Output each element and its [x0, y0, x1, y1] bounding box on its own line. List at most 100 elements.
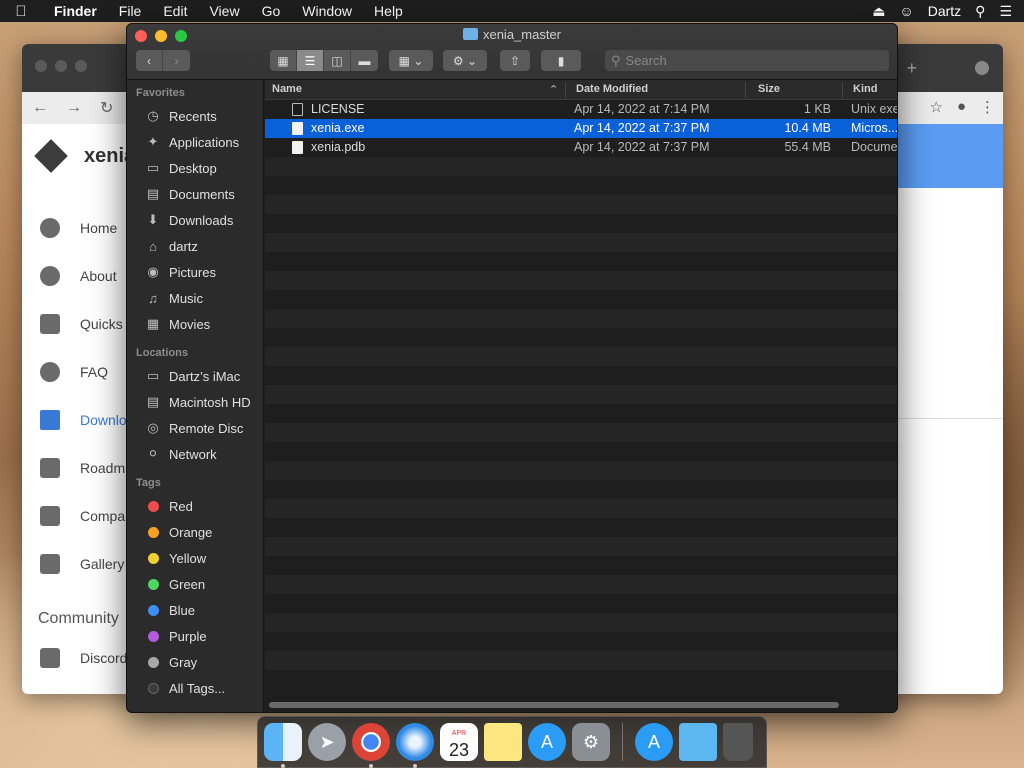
- file-kind: Unix exe: [851, 102, 897, 116]
- chrome-dock-icon[interactable]: [352, 723, 390, 768]
- sidebar-item-movies[interactable]: ▦ Movies: [127, 311, 263, 337]
- group-by-button[interactable]: ▦ ⌄: [389, 50, 433, 71]
- bookmark-star-icon[interactable]: ☆: [929, 98, 942, 116]
- apple-menu-icon[interactable]: : [0, 3, 42, 20]
- sidebar-tag-yellow[interactable]: Yellow: [127, 545, 263, 571]
- forward-arrow-icon[interactable]: →: [66, 99, 82, 117]
- back-arrow-icon[interactable]: ←: [32, 99, 48, 117]
- file-row[interactable]: LICENSE Apr 14, 2022 at 7:14 PM 1 KB Uni…: [265, 100, 897, 119]
- sidebar-item-recents[interactable]: ◷ Recents: [127, 103, 263, 129]
- column-name[interactable]: Name: [272, 83, 302, 95]
- browser-minimize-button[interactable]: [55, 60, 67, 72]
- sidebar-tag-green[interactable]: Green: [127, 571, 263, 597]
- column-size[interactable]: Size: [758, 83, 780, 95]
- column-view-button[interactable]: ◫: [324, 50, 351, 71]
- site-nav-gallery[interactable]: Gallery: [22, 540, 142, 588]
- sidebar-item-desktop[interactable]: ▭ Desktop: [127, 155, 263, 181]
- column-divider[interactable]: [745, 82, 746, 98]
- finder-dock-icon[interactable]: [264, 723, 302, 768]
- drive-icon: ▤: [146, 394, 160, 409]
- file-size: 1 KB: [803, 102, 831, 116]
- site-nav-download[interactable]: Downlo: [22, 396, 142, 444]
- file-kind: Micros...: [851, 121, 897, 135]
- user-account-icon[interactable]: ☺: [899, 3, 913, 19]
- menu-app-name[interactable]: Finder: [42, 3, 108, 19]
- column-kind[interactable]: Kind: [853, 83, 877, 95]
- menu-help[interactable]: Help: [363, 3, 414, 19]
- site-nav-about[interactable]: About: [22, 252, 142, 300]
- sidebar-item-applications[interactable]: ✦ Applications: [127, 129, 263, 155]
- tags-button[interactable]: ▮: [541, 50, 581, 71]
- gallery-view-button[interactable]: ▬: [351, 50, 378, 71]
- control-list-icon[interactable]: ☰: [999, 3, 1012, 20]
- app-store-dock-icon[interactable]: A: [528, 723, 566, 761]
- empty-row: [265, 366, 897, 385]
- action-menu-button[interactable]: ⚙ ⌄: [443, 50, 487, 71]
- browser-menu-icon[interactable]: ⋮: [980, 98, 995, 116]
- sidebar-item-downloads[interactable]: ⬇ Downloads: [127, 207, 263, 233]
- trash-dock-icon[interactable]: [723, 723, 753, 761]
- site-nav-roadmap[interactable]: Roadm: [22, 444, 142, 492]
- sidebar-item-network[interactable]: ⚪ Network: [127, 441, 263, 467]
- sidebar-item-macintosh-hd[interactable]: ▤ Macintosh HD: [127, 389, 263, 415]
- sidebar-item-imac[interactable]: ▭ Dartz’s iMac: [127, 363, 263, 389]
- browser-close-button[interactable]: [35, 60, 47, 72]
- file-row[interactable]: xenia.pdb Apr 14, 2022 at 7:37 PM 55.4 M…: [265, 138, 897, 157]
- system-preferences-dock-icon[interactable]: ⚙: [572, 723, 610, 761]
- forward-button[interactable]: ›: [163, 50, 190, 71]
- downloads-folder-dock-icon[interactable]: [679, 723, 717, 761]
- sidebar-item-label: Downloads: [169, 212, 234, 228]
- menu-edit[interactable]: Edit: [152, 3, 198, 19]
- tab-search-icon[interactable]: [975, 61, 989, 75]
- column-divider[interactable]: [842, 82, 843, 98]
- calendar-dock-icon[interactable]: APR 23: [440, 723, 478, 761]
- empty-row: [265, 385, 897, 404]
- spotlight-search-icon[interactable]: ⚲: [975, 3, 985, 20]
- sidebar-tag-purple[interactable]: Purple: [127, 623, 263, 649]
- share-button[interactable]: ⇧: [500, 50, 530, 71]
- search-field[interactable]: ⚲: [605, 50, 889, 71]
- menu-user-name[interactable]: Dartz: [928, 3, 961, 19]
- dock: ➤ APR 23 A ⚙ A: [257, 716, 767, 768]
- column-date-modified[interactable]: Date Modified: [576, 83, 648, 95]
- search-input[interactable]: [625, 53, 866, 68]
- column-divider[interactable]: [565, 82, 566, 98]
- eject-icon[interactable]: ⏏: [872, 3, 885, 20]
- menu-window[interactable]: Window: [291, 3, 363, 19]
- sidebar-tag-orange[interactable]: Orange: [127, 519, 263, 545]
- sort-chevron-icon[interactable]: ⌃: [549, 83, 558, 96]
- sidebar-tag-gray[interactable]: Gray: [127, 649, 263, 675]
- back-button[interactable]: ‹: [136, 50, 163, 71]
- sidebar-item-music[interactable]: ♫ Music: [127, 285, 263, 311]
- sidebar-item-home[interactable]: ⌂ dartz: [127, 233, 263, 259]
- browser-zoom-button[interactable]: [75, 60, 87, 72]
- sidebar-item-label: Desktop: [169, 160, 217, 176]
- menu-go[interactable]: Go: [251, 3, 292, 19]
- site-nav-home[interactable]: Home: [22, 204, 142, 252]
- site-nav-compat[interactable]: Compa: [22, 492, 142, 540]
- new-tab-icon[interactable]: +: [906, 58, 917, 79]
- sidebar-tag-blue[interactable]: Blue: [127, 597, 263, 623]
- site-nav-faq[interactable]: FAQ: [22, 348, 142, 396]
- menu-file[interactable]: File: [108, 3, 153, 19]
- site-nav-discord[interactable]: Discord: [22, 634, 142, 682]
- menu-view[interactable]: View: [198, 3, 250, 19]
- safari-dock-icon[interactable]: [396, 723, 434, 768]
- sidebar-item-documents[interactable]: ▤ Documents: [127, 181, 263, 207]
- file-row-selected[interactable]: xenia.exe Apr 14, 2022 at 7:37 PM 10.4 M…: [265, 119, 897, 138]
- list-view-button[interactable]: ☰: [297, 50, 324, 71]
- icon-view-button[interactable]: ▦: [270, 50, 297, 71]
- running-indicator: [281, 764, 285, 768]
- app-store-downloads-dock-icon[interactable]: A: [635, 723, 673, 761]
- site-nav-quickstart[interactable]: Quicks: [22, 300, 142, 348]
- sidebar-item-pictures[interactable]: ◉ Pictures: [127, 259, 263, 285]
- sidebar-all-tags[interactable]: All Tags...: [127, 675, 263, 701]
- xenia-logo-icon[interactable]: [34, 139, 68, 173]
- notes-dock-icon[interactable]: [484, 723, 522, 761]
- reload-icon[interactable]: ↻: [100, 98, 113, 118]
- launchpad-dock-icon[interactable]: ➤: [308, 723, 346, 761]
- sidebar-tag-red[interactable]: Red: [127, 493, 263, 519]
- horizontal-scrollbar[interactable]: [269, 702, 839, 708]
- profile-icon[interactable]: ●: [957, 98, 966, 116]
- sidebar-item-remote-disc[interactable]: ◎ Remote Disc: [127, 415, 263, 441]
